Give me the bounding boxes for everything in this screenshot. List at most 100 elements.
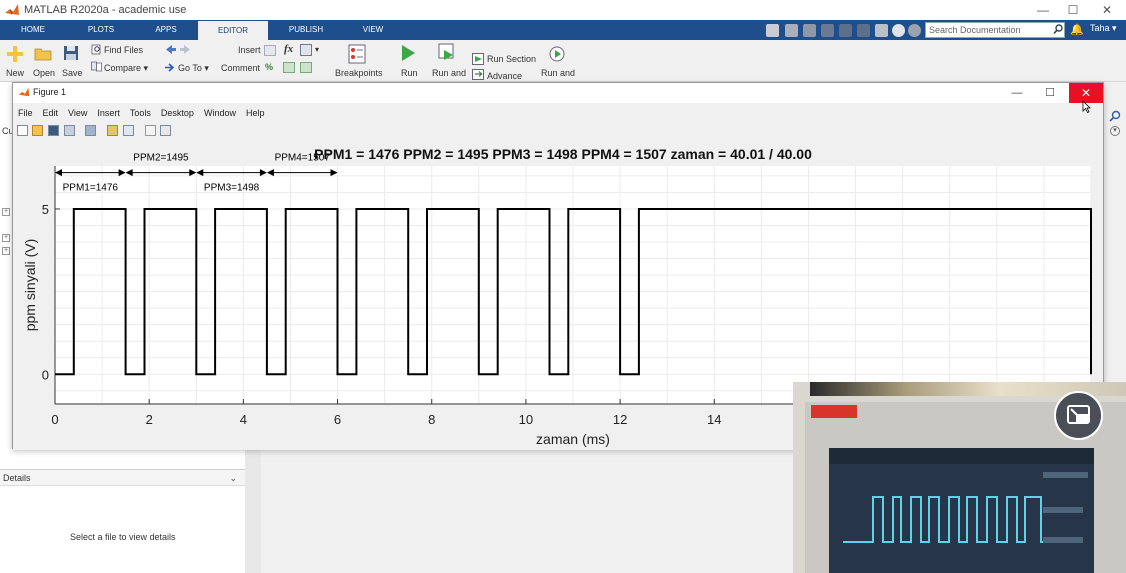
editor-toolstrip: New Open Save Find Files Compare ▾ Go To… xyxy=(0,40,1126,82)
open-button[interactable]: Open xyxy=(33,68,55,78)
x-tick-label: 14 xyxy=(707,412,721,427)
quick-help-icon[interactable] xyxy=(892,24,905,37)
new-icon[interactable] xyxy=(6,45,24,63)
exit-pip-icon xyxy=(1067,405,1090,424)
uncomment-icon[interactable] xyxy=(283,62,295,73)
run-section-button[interactable]: Run Section xyxy=(487,54,536,64)
run-and-advance-icon[interactable] xyxy=(438,43,456,63)
ppm-annotation-label: PPM3=1498 xyxy=(204,183,260,194)
quick-save-icon[interactable] xyxy=(766,24,779,37)
go-to-icon[interactable] xyxy=(164,62,176,73)
tab-home[interactable]: HOME xyxy=(12,20,54,40)
breakpoints-button[interactable]: Breakpoints xyxy=(335,68,383,78)
insert-dropdown-arrow[interactable]: ▾ xyxy=(315,45,319,54)
run-and-time-button[interactable]: Run and xyxy=(541,68,575,78)
insert-function-icon[interactable]: fx xyxy=(284,43,293,55)
go-to-button[interactable]: Go To ▾ xyxy=(178,63,209,74)
mouse-cursor-icon xyxy=(1082,100,1091,113)
matlab-desktop: MATLAB R2020a - academic use — ☐ ✕ HOME … xyxy=(0,0,1126,573)
y-tick-label: 0 xyxy=(42,367,49,382)
chart-title: PPM1 = 1476 PPM2 = 1495 PPM3 = 1498 PPM4… xyxy=(314,146,812,162)
tree-expand-icon[interactable]: + xyxy=(2,234,10,242)
quick-paste-icon[interactable] xyxy=(821,24,834,37)
comment-button[interactable]: Comment xyxy=(221,63,260,73)
figure-maximize-button[interactable]: ☐ xyxy=(1035,83,1065,103)
figure-minimize-button[interactable]: — xyxy=(1002,83,1032,103)
picture-in-picture-button[interactable] xyxy=(1054,391,1103,440)
x-tick-label: 4 xyxy=(240,412,247,427)
link-plot-icon[interactable] xyxy=(85,125,96,136)
insert-button[interactable]: Insert xyxy=(238,45,261,55)
window-title-bar: MATLAB R2020a - academic use — ☐ ✕ xyxy=(0,0,1126,20)
tab-apps[interactable]: APPS xyxy=(146,20,186,40)
quick-copy-icon[interactable] xyxy=(803,24,816,37)
menu-edit[interactable]: Edit xyxy=(38,105,64,121)
panel-options-icon[interactable]: ▾ xyxy=(1110,126,1120,136)
minimize-button[interactable]: — xyxy=(1026,0,1060,20)
x-tick-label: 2 xyxy=(146,412,153,427)
run-and-advance-button[interactable]: Run and xyxy=(432,68,466,78)
maximize-button[interactable]: ☐ xyxy=(1056,0,1090,20)
breakpoints-icon[interactable] xyxy=(348,44,366,64)
tab-view[interactable]: VIEW xyxy=(352,20,394,40)
tree-expand-icon[interactable]: + xyxy=(2,247,10,255)
notification-bell-icon[interactable]: 🔔 xyxy=(1070,23,1084,37)
comment-percent-icon[interactable]: % xyxy=(265,62,273,72)
compare-icon[interactable] xyxy=(91,61,102,72)
tab-editor[interactable]: EDITOR xyxy=(198,21,268,40)
search-icon[interactable] xyxy=(1109,110,1121,122)
wrap-comments-icon[interactable] xyxy=(300,62,312,73)
tab-publish[interactable]: PUBLISH xyxy=(282,20,330,40)
window-title: MATLAB R2020a - academic use xyxy=(24,4,187,16)
insert-section-icon[interactable] xyxy=(264,45,276,56)
quick-cut-icon[interactable] xyxy=(785,24,798,37)
open-file-icon[interactable] xyxy=(32,125,43,136)
menu-insert[interactable]: Insert xyxy=(92,105,125,121)
quick-options-icon[interactable] xyxy=(908,24,921,37)
find-files-button[interactable]: Find Files xyxy=(104,45,143,55)
run-section-icon[interactable] xyxy=(472,53,484,65)
insert-legend-icon[interactable] xyxy=(123,125,134,136)
advance-button[interactable]: Advance xyxy=(487,71,522,81)
property-inspector-icon[interactable] xyxy=(160,125,171,136)
run-icon[interactable] xyxy=(400,44,416,62)
save-button[interactable]: Save xyxy=(62,68,83,78)
user-menu[interactable]: Taha ▾ xyxy=(1090,23,1117,34)
save-icon[interactable] xyxy=(63,45,79,61)
quick-switch-windows-icon[interactable] xyxy=(875,24,888,37)
back-forward-icon[interactable] xyxy=(164,44,192,55)
tab-plots[interactable]: PLOTS xyxy=(80,20,122,40)
matlab-logo-icon xyxy=(5,4,19,15)
menu-view[interactable]: View xyxy=(63,105,92,121)
quick-undo-icon[interactable] xyxy=(839,24,852,37)
x-tick-label: 6 xyxy=(334,412,341,427)
search-icon[interactable] xyxy=(1053,24,1063,35)
menu-tools[interactable]: Tools xyxy=(125,105,156,121)
figure-menu-bar: File Edit View Insert Tools Desktop Wind… xyxy=(13,105,269,121)
save-figure-icon[interactable] xyxy=(48,125,59,136)
details-header[interactable]: Details ⌄ xyxy=(0,470,245,486)
figure-title-bar: Figure 1 — ☐ ✕ xyxy=(13,83,1103,103)
find-files-icon[interactable] xyxy=(91,44,102,55)
menu-file[interactable]: File xyxy=(13,105,38,121)
tree-expand-icon[interactable]: + xyxy=(2,208,10,216)
run-and-time-icon[interactable] xyxy=(548,44,566,62)
edit-plot-pointer-icon[interactable] xyxy=(145,125,156,136)
details-panel: Details ⌄ Select a file to view details xyxy=(0,469,245,573)
quick-redo-icon[interactable] xyxy=(857,24,870,37)
open-folder-icon[interactable] xyxy=(34,46,52,61)
indent-icon[interactable] xyxy=(300,44,312,56)
compare-button[interactable]: Compare ▾ xyxy=(104,63,148,74)
print-figure-icon[interactable] xyxy=(64,125,75,136)
run-button[interactable]: Run xyxy=(401,68,418,78)
chevron-down-icon[interactable]: ⌄ xyxy=(229,470,237,486)
new-figure-icon[interactable] xyxy=(17,125,28,136)
insert-colorbar-icon[interactable] xyxy=(107,125,118,136)
advance-icon[interactable] xyxy=(472,69,484,80)
menu-desktop[interactable]: Desktop xyxy=(156,105,199,121)
menu-window[interactable]: Window xyxy=(199,105,241,121)
close-button[interactable]: ✕ xyxy=(1090,0,1124,20)
new-button[interactable]: New xyxy=(6,68,24,78)
search-documentation-input[interactable]: Search Documentation xyxy=(925,22,1065,38)
menu-help[interactable]: Help xyxy=(241,105,270,121)
